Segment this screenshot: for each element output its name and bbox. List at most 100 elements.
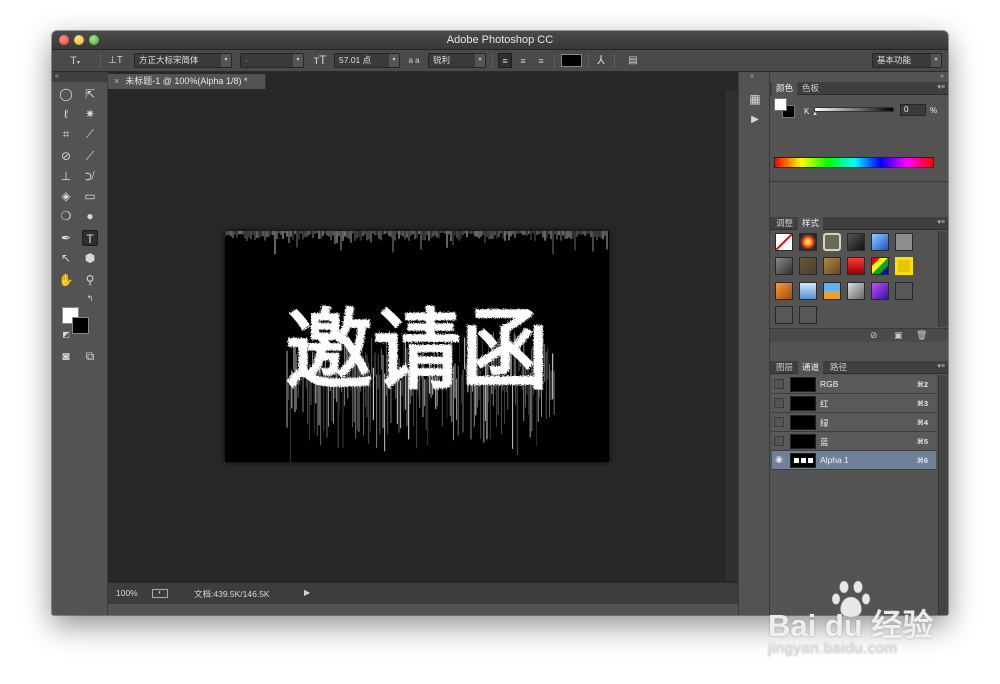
k-value-input[interactable]: 0 — [900, 104, 926, 116]
eraser-icon[interactable]: ◈ — [58, 188, 74, 204]
style-silver[interactable] — [847, 282, 865, 300]
style-glow[interactable] — [799, 233, 817, 251]
visibility-toggle[interactable] — [774, 436, 784, 446]
channel-row-alpha1[interactable]: ◉ Alpha 1 ⌘6 — [772, 451, 936, 470]
blur-icon[interactable]: ❍ — [58, 208, 74, 224]
status-menu-arrow-icon[interactable]: ▶ — [304, 588, 310, 597]
style-emboss[interactable] — [775, 257, 793, 275]
healing-brush-icon[interactable]: ⊘ — [58, 148, 74, 164]
style-empty[interactable] — [799, 306, 817, 324]
tab-layers[interactable]: 图层 — [772, 361, 797, 374]
tab-channels[interactable]: 通道 — [798, 361, 824, 374]
document-canvas[interactable]: 邀请函 — [225, 231, 609, 462]
color-ramp[interactable] — [774, 157, 934, 168]
type-tool-icon[interactable]: T — [82, 230, 98, 246]
tab-adjustments[interactable]: 调整 — [772, 217, 797, 230]
tab-color[interactable]: 颜色 — [772, 82, 798, 95]
styles-scrollbar[interactable] — [938, 231, 948, 327]
style-bevel[interactable] — [823, 233, 841, 251]
font-style-select[interactable]: - ▾ — [240, 53, 304, 68]
brush-icon[interactable]: ⟋ — [82, 148, 98, 164]
slider-handle-icon[interactable]: ▲ — [812, 111, 818, 117]
history-panel-icon[interactable]: ▦ — [747, 91, 763, 107]
dodge-icon[interactable]: ● — [82, 208, 98, 224]
channel-row-green[interactable]: 绿 ⌘4 — [772, 413, 936, 432]
style-sky[interactable] — [799, 282, 817, 300]
style-purple[interactable] — [871, 282, 889, 300]
align-right-icon[interactable]: ≡ — [534, 54, 548, 68]
background-color-swatch[interactable] — [72, 317, 89, 334]
trash-icon[interactable]: 🗑 — [916, 330, 927, 341]
hand-icon[interactable]: ✋ — [58, 272, 74, 288]
history-brush-icon[interactable]: ⟉ — [82, 168, 98, 184]
style-empty[interactable] — [895, 282, 913, 300]
color-fg-swatch[interactable] — [774, 98, 787, 111]
style-orange[interactable] — [775, 282, 793, 300]
magic-wand-icon[interactable]: ✷ — [82, 106, 98, 122]
proof-icon[interactable]: ◐ — [152, 589, 168, 598]
quick-mask-icon[interactable]: ◙ — [58, 348, 74, 364]
tab-paths[interactable]: 路径 — [826, 361, 851, 374]
antialias-select[interactable]: 锐利 ▾ — [428, 53, 486, 68]
crop-icon[interactable]: ⌗ — [58, 126, 74, 142]
clear-style-icon[interactable]: ⊘ — [870, 330, 878, 341]
screen-mode-icon[interactable]: ⧉ — [82, 348, 98, 364]
channel-row-rgb[interactable]: RGB ⌘2 — [772, 375, 936, 394]
eyedropper-icon[interactable]: ⟋ — [82, 126, 98, 142]
swap-colors-icon[interactable]: ↰ — [82, 291, 98, 307]
visibility-toggle[interactable] — [774, 398, 784, 408]
zoom-icon[interactable]: ⚲ — [82, 272, 98, 288]
align-center-icon[interactable]: ≡ — [516, 54, 530, 68]
style-landscape[interactable] — [823, 282, 841, 300]
align-left-icon[interactable]: ≡ — [498, 53, 512, 68]
k-slider[interactable] — [814, 107, 894, 112]
style-wood[interactable] — [823, 257, 841, 275]
tab-styles[interactable]: 样式 — [798, 217, 824, 230]
close-tab-icon[interactable]: × — [114, 76, 119, 86]
style-red[interactable] — [847, 257, 865, 275]
type-tool-preset-icon[interactable]: T▾ — [66, 54, 84, 70]
style-bronze[interactable] — [799, 257, 817, 275]
visibility-toggle[interactable] — [774, 379, 784, 389]
panels-collapse-icon[interactable]: » — [940, 73, 944, 80]
tab-swatches[interactable]: 色板 — [798, 82, 823, 95]
toolbox-collapse[interactable]: « — [52, 72, 108, 82]
eye-icon[interactable]: ◉ — [774, 455, 784, 465]
panel-menu-icon[interactable]: ▾≡ — [937, 83, 945, 91]
channel-row-blue[interactable]: 蓝 ⌘5 — [772, 432, 936, 451]
shape-icon[interactable]: ⬢ — [82, 250, 98, 266]
document-tab[interactable]: × 未标题-1 @ 100%(Alpha 1/8) * — [108, 74, 266, 89]
strip-collapse-icon[interactable]: « — [750, 73, 754, 80]
panel-menu-icon[interactable]: ▾≡ — [937, 218, 945, 226]
style-dark[interactable] — [847, 233, 865, 251]
font-family-select[interactable]: 方正大标宋简体 ▾ — [134, 53, 232, 68]
default-colors-icon[interactable]: ◩ — [58, 327, 74, 343]
character-panel-icon[interactable]: ▤ — [626, 54, 640, 68]
actions-play-icon[interactable]: ▶ — [747, 112, 763, 128]
style-blue[interactable] — [871, 233, 889, 251]
document-vertical-scrollbar[interactable] — [724, 90, 738, 581]
warp-text-icon[interactable]: ⅄ — [594, 53, 608, 67]
font-size-select[interactable]: 57.01 点 ▾ — [334, 53, 400, 68]
path-selection-icon[interactable]: ↖ — [58, 250, 74, 266]
ellipse-marquee-icon[interactable]: ◯ — [58, 86, 74, 102]
clone-stamp-icon[interactable]: ⊥ — [58, 168, 74, 184]
new-style-icon[interactable]: ▣ — [894, 330, 903, 341]
channels-scrollbar[interactable] — [938, 375, 948, 615]
panel-menu-icon[interactable]: ▾≡ — [937, 362, 945, 370]
style-rainbow[interactable] — [871, 257, 889, 275]
lasso-icon[interactable]: ℓ — [58, 106, 74, 122]
style-empty[interactable] — [775, 306, 793, 324]
text-color-swatch[interactable] — [561, 54, 582, 67]
workspace-select[interactable]: 基本功能 ▾ — [872, 53, 942, 68]
style-gray[interactable] — [895, 233, 913, 251]
visibility-toggle[interactable] — [774, 417, 784, 427]
zoom-level[interactable]: 100% — [116, 588, 138, 598]
channel-row-red[interactable]: 红 ⌘3 — [772, 394, 936, 413]
pen-icon[interactable]: ✒ — [58, 230, 74, 246]
text-orientation-icon[interactable]: ⊥T — [108, 54, 123, 68]
style-gold[interactable] — [895, 257, 913, 275]
move-tool-icon[interactable]: ⇱ — [82, 86, 98, 102]
style-none[interactable] — [775, 233, 793, 251]
gradient-icon[interactable]: ▭ — [82, 188, 98, 204]
